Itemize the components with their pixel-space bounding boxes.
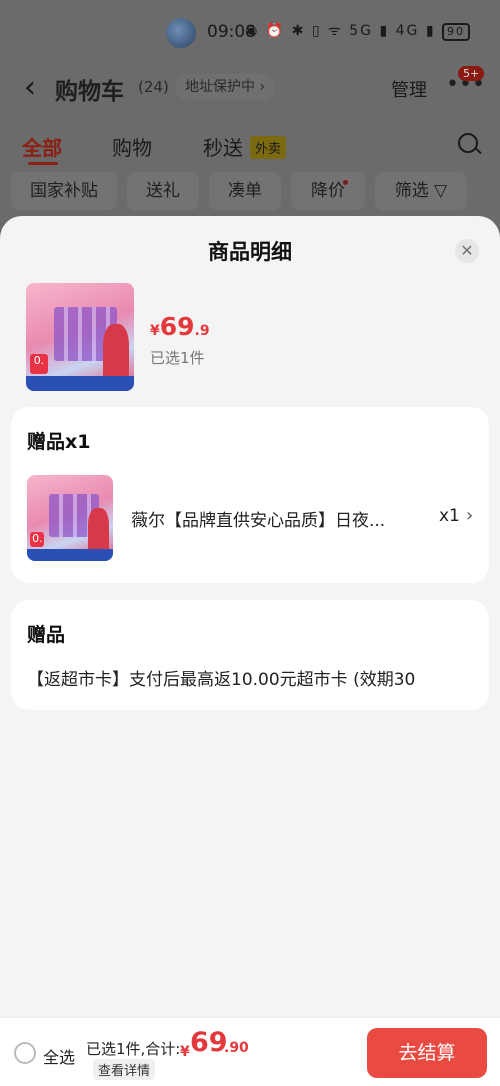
cart-count: (24) [138, 78, 169, 96]
back-icon[interactable]: ‹ [24, 70, 36, 105]
selected-count: 已选1件 [150, 349, 205, 367]
checkout-button[interactable]: 去结算 [367, 1028, 487, 1078]
price-currency: ¥ [150, 323, 160, 339]
chip-price-drop-label: 降价 [311, 181, 345, 201]
address-protect-badge[interactable]: 地址保护中 › [175, 74, 276, 100]
product-badge-graphic: 0. [30, 354, 48, 374]
gift-banner-graphic [27, 548, 113, 561]
selection-summary: 已选1件,合计: [86, 1040, 181, 1058]
gift-badge-graphic: 0. [30, 531, 45, 548]
view-details-button[interactable]: 查看详情 [93, 1059, 156, 1080]
product-detail-sheet: 商品明细 ✕ 0. ¥69.9 已选1件 赠品x1 0. 薇尔【品牌直供安心品质… [0, 216, 500, 1085]
page-title: 购物车 [55, 79, 124, 105]
message-badge: 5+ [458, 66, 485, 81]
sheet-title: 商品明细 [208, 240, 292, 264]
manage-button[interactable]: 管理 [391, 76, 427, 102]
takeout-tag: 外卖 [250, 136, 287, 159]
chip-bundle[interactable]: 凑单 [209, 172, 281, 210]
total-decimal: .90 [224, 1040, 249, 1056]
chip-filter-label: 筛选 [394, 181, 429, 201]
total-integer: 69 [190, 1027, 228, 1058]
chip-filter[interactable]: 筛选 ▽ [375, 172, 467, 210]
gift-text-card-title: 赠品 [27, 624, 66, 646]
total-currency: ¥ [180, 1044, 190, 1060]
gift-quantity: x1 [439, 506, 460, 526]
battery-icon: 90 [442, 23, 470, 41]
app-avatar-icon [166, 18, 196, 48]
filter-chips: 国家补贴 送礼 凑单 降价 筛选 ▽ [0, 172, 500, 212]
status-indicator-icons: ◉ ⏰ ✱ ▯ ᯤ 5G ▮ 4G ▮ [245, 23, 436, 39]
status-bar: 09:08 ◉ ⏰ ✱ ▯ ᯤ 5G ▮ 4G ▮ 90 [0, 0, 500, 66]
gift-image[interactable]: 0. [27, 475, 113, 561]
select-all-label[interactable]: 全选 [43, 1044, 75, 1068]
status-icons: ◉ ⏰ ✱ ▯ ᯤ 5G ▮ 4G ▮ 90 [245, 21, 470, 41]
gift-card-title: 赠品x1 [27, 431, 91, 453]
notification-dot-icon [343, 180, 348, 185]
product-price: ¥69.9 [150, 312, 210, 341]
tab-instant[interactable]: 秒送 [203, 132, 243, 161]
search-icon[interactable] [458, 133, 478, 153]
chip-national-subsidy[interactable]: 国家补贴 [11, 172, 117, 210]
gift-card: 赠品x1 0. 薇尔【品牌直供安心品质】日夜... x1 › [11, 407, 489, 583]
tab-all[interactable]: 全部 [22, 132, 62, 161]
product-model-graphic [102, 324, 129, 376]
chip-gift[interactable]: 送礼 [127, 172, 199, 210]
cart-tabs: 全部 购物 秒送 外卖 [0, 128, 500, 168]
product-image[interactable]: 0. [26, 283, 134, 391]
price-decimal: .9 [194, 323, 210, 339]
gift-model-graphic [88, 507, 109, 549]
select-all-radio[interactable] [14, 1042, 36, 1064]
gift-item-name[interactable]: 薇尔【品牌直供安心品质】日夜... [131, 506, 385, 531]
price-integer: 69 [159, 312, 195, 341]
tab-shopping[interactable]: 购物 [112, 132, 152, 161]
filter-funnel-icon: ▽ [434, 181, 448, 201]
chip-price-drop[interactable]: 降价 [291, 172, 365, 210]
gift-text: 【返超市卡】支付后最高返10.00元超市卡 (效期30 [27, 670, 416, 690]
cart-header: ‹ 购物车 (24) 地址保护中 › 管理 ••• 5+ [0, 66, 500, 110]
chevron-right-icon[interactable]: › [466, 505, 473, 526]
product-banner-graphic [26, 375, 134, 391]
address-badge-label: 地址保护中 [185, 79, 255, 95]
checkout-bar: 全选 已选1件,合计: ¥ 69 .90 查看详情 去结算 [0, 1017, 500, 1086]
background-page: 09:08 ◉ ⏰ ✱ ▯ ᯤ 5G ▮ 4G ▮ 90 ‹ 购物车 (24) … [0, 0, 500, 230]
tab-underline [28, 162, 58, 165]
gift-text-card: 赠品 【返超市卡】支付后最高返10.00元超市卡 (效期30 [11, 600, 489, 710]
close-icon[interactable]: ✕ [455, 239, 479, 263]
